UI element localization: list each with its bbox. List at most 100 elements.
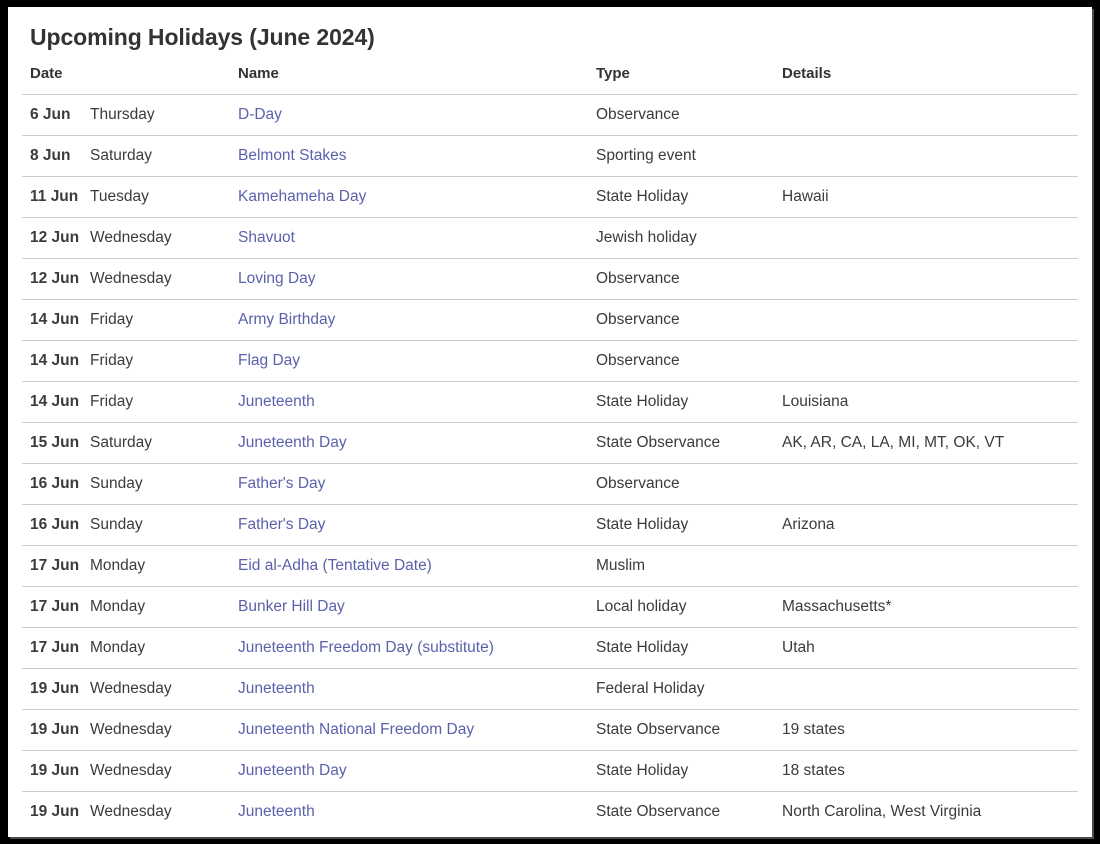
cell-details bbox=[782, 341, 1078, 382]
holiday-link[interactable]: Juneteenth National Freedom Day bbox=[238, 721, 474, 738]
cell-weekday: Monday bbox=[90, 587, 238, 628]
cell-date: 12 Jun bbox=[22, 259, 90, 300]
cell-date: 8 Jun bbox=[22, 136, 90, 177]
cell-date: 19 Jun bbox=[22, 792, 90, 833]
holiday-link[interactable]: Loving Day bbox=[238, 270, 316, 287]
cell-date: 16 Jun bbox=[22, 505, 90, 546]
cell-details: 18 states bbox=[782, 751, 1078, 792]
table-row: 17 JunMondayEid al-Adha (Tentative Date)… bbox=[22, 546, 1078, 587]
cell-name: Eid al-Adha (Tentative Date) bbox=[238, 546, 596, 587]
cell-date: 14 Jun bbox=[22, 300, 90, 341]
table-row: 16 JunSundayFather's DayObservance bbox=[22, 464, 1078, 505]
cell-name: Kamehameha Day bbox=[238, 177, 596, 218]
holiday-link[interactable]: Juneteenth bbox=[238, 680, 315, 697]
cell-date: 14 Jun bbox=[22, 341, 90, 382]
cell-type: State Holiday bbox=[596, 628, 782, 669]
cell-weekday: Wednesday bbox=[90, 751, 238, 792]
table-row: 15 JunSaturdayJuneteenth DayState Observ… bbox=[22, 423, 1078, 464]
cell-name: Father's Day bbox=[238, 464, 596, 505]
holiday-link[interactable]: Father's Day bbox=[238, 516, 325, 533]
holiday-link[interactable]: Kamehameha Day bbox=[238, 188, 366, 205]
cell-type: State Observance bbox=[596, 710, 782, 751]
table-row: 16 JunSundayFather's Day State HolidayAri… bbox=[22, 505, 1078, 546]
cell-date: 19 Jun bbox=[22, 710, 90, 751]
table-body: 6 JunThursdayD-DayObservance8 JunSaturda… bbox=[22, 95, 1078, 833]
cell-date: 17 Jun bbox=[22, 546, 90, 587]
holiday-link[interactable]: Bunker Hill Day bbox=[238, 598, 345, 615]
cell-date: 16 Jun bbox=[22, 464, 90, 505]
cell-details bbox=[782, 95, 1078, 136]
cell-type: State Holiday bbox=[596, 751, 782, 792]
cell-name: Juneteenth bbox=[238, 669, 596, 710]
column-header-details[interactable]: Details bbox=[782, 65, 1078, 95]
holiday-link[interactable]: Eid al-Adha (Tentative Date) bbox=[238, 557, 432, 574]
holiday-link[interactable]: Army Birthday bbox=[238, 311, 335, 328]
holiday-link[interactable]: Juneteenth bbox=[238, 803, 315, 820]
cell-name: Father's Day bbox=[238, 505, 596, 546]
table-row: 14 JunFridayFlag DayObservance bbox=[22, 341, 1078, 382]
holiday-link[interactable]: Father's Day bbox=[238, 475, 325, 492]
cell-weekday: Friday bbox=[90, 341, 238, 382]
cell-type: Jewish holiday bbox=[596, 218, 782, 259]
table-row: 8 JunSaturdayBelmont Stakes Sporting even… bbox=[22, 136, 1078, 177]
cell-date: 15 Jun bbox=[22, 423, 90, 464]
cell-details: Massachusetts* bbox=[782, 587, 1078, 628]
cell-type: State Holiday bbox=[596, 382, 782, 423]
cell-type: Local holiday bbox=[596, 587, 782, 628]
cell-name: Juneteenth bbox=[238, 792, 596, 833]
cell-details bbox=[782, 136, 1078, 177]
cell-date: 17 Jun bbox=[22, 587, 90, 628]
holiday-link[interactable]: Belmont Stakes bbox=[238, 147, 347, 164]
holiday-link[interactable]: Juneteenth bbox=[238, 393, 315, 410]
table-row: 19 JunWednesdayJuneteenth DayState Holid… bbox=[22, 751, 1078, 792]
cell-type: State Observance bbox=[596, 792, 782, 833]
cell-name: Juneteenth Day bbox=[238, 423, 596, 464]
cell-type: Observance bbox=[596, 300, 782, 341]
cell-name: Juneteenth Freedom Day (substitute) bbox=[238, 628, 596, 669]
column-header-weekday bbox=[90, 65, 238, 95]
cell-details: North Carolina, West Virginia bbox=[782, 792, 1078, 833]
page-title: Upcoming Holidays (June 2024) bbox=[22, 7, 1078, 51]
cell-weekday: Sunday bbox=[90, 505, 238, 546]
table-row: 14 JunFridayArmy BirthdayObservance bbox=[22, 300, 1078, 341]
cell-weekday: Saturday bbox=[90, 136, 238, 177]
holiday-link[interactable]: Juneteenth Freedom Day (substitute) bbox=[238, 639, 494, 656]
cell-weekday: Wednesday bbox=[90, 792, 238, 833]
holiday-link[interactable]: Flag Day bbox=[238, 352, 300, 369]
cell-details: Arizona bbox=[782, 505, 1078, 546]
cell-name: D-Day bbox=[238, 95, 596, 136]
cell-weekday: Friday bbox=[90, 382, 238, 423]
cell-name: Shavuot bbox=[238, 218, 596, 259]
cell-weekday: Thursday bbox=[90, 95, 238, 136]
holiday-link[interactable]: Juneteenth Day bbox=[238, 434, 347, 451]
column-header-type[interactable]: Type bbox=[596, 65, 782, 95]
table-header-row: Date Name Type Details bbox=[22, 65, 1078, 95]
cell-details bbox=[782, 218, 1078, 259]
column-header-date[interactable]: Date bbox=[22, 65, 90, 95]
holiday-link[interactable]: Shavuot bbox=[238, 229, 295, 246]
cell-weekday: Wednesday bbox=[90, 218, 238, 259]
cell-type: State Holiday bbox=[596, 505, 782, 546]
cell-date: 11 Jun bbox=[22, 177, 90, 218]
cell-name: Army Birthday bbox=[238, 300, 596, 341]
cell-type: State Holiday bbox=[596, 177, 782, 218]
cell-type: Sporting event bbox=[596, 136, 782, 177]
screenshot-frame: Upcoming Holidays (June 2024) Date Name … bbox=[0, 0, 1100, 844]
cell-weekday: Monday bbox=[90, 546, 238, 587]
cell-date: 19 Jun bbox=[22, 669, 90, 710]
cell-type: Observance bbox=[596, 464, 782, 505]
table-row: 19 JunWednesdayJuneteenth State Observanc… bbox=[22, 792, 1078, 833]
holiday-link[interactable]: D-Day bbox=[238, 106, 282, 123]
table-row: 17 JunMondayBunker Hill Day Local holiday… bbox=[22, 587, 1078, 628]
cell-weekday: Wednesday bbox=[90, 669, 238, 710]
cell-name: Juneteenth National Freedom Day bbox=[238, 710, 596, 751]
holiday-link[interactable]: Juneteenth Day bbox=[238, 762, 347, 779]
cell-details: Utah bbox=[782, 628, 1078, 669]
cell-weekday: Wednesday bbox=[90, 710, 238, 751]
cell-details bbox=[782, 669, 1078, 710]
cell-details bbox=[782, 300, 1078, 341]
panel-content: Upcoming Holidays (June 2024) Date Name … bbox=[8, 7, 1092, 832]
column-header-name[interactable]: Name bbox=[238, 65, 596, 95]
cell-name: Loving Day bbox=[238, 259, 596, 300]
table-row: 19 JunWednesdayJuneteenthFederal Holiday bbox=[22, 669, 1078, 710]
